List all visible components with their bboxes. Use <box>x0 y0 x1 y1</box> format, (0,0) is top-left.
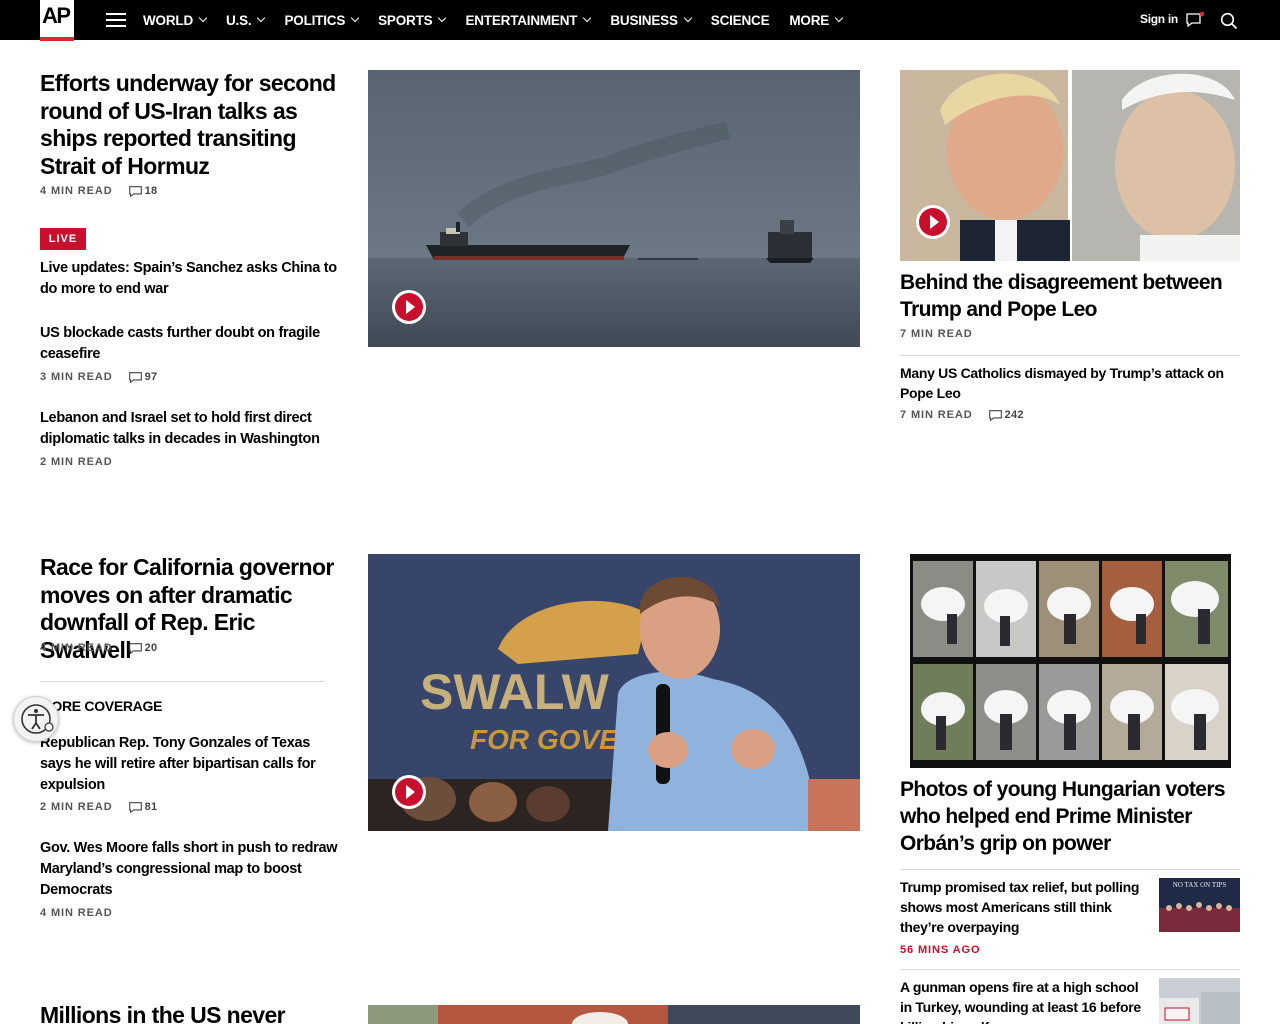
nav-item-entertainment[interactable]: ENTERTAINMENT <box>465 13 592 28</box>
story-lebanon-israel[interactable]: Lebanon and Israel set to hold first dir… <box>40 408 340 450</box>
top-navigation: AP WORLD U.S. POLITICS SPORTS ENTERTAINM… <box>0 0 1280 41</box>
nav-item-world[interactable]: WORLD <box>143 13 208 28</box>
comment-icon <box>988 409 1002 421</box>
comment-count[interactable]: 18 <box>128 185 158 197</box>
section3-image[interactable] <box>368 1005 860 1024</box>
chevron-down-icon <box>198 13 208 23</box>
headline-us-catholics[interactable]: Many US Catholics dismayed by Trump’s at… <box>900 363 1240 403</box>
swalwell-video-thumbnail[interactable]: SWALW FOR GOVE <box>368 554 860 831</box>
chevron-down-icon <box>350 13 360 23</box>
headline-tax-relief[interactable]: Trump promised tax relief, but polling s… <box>900 877 1145 937</box>
ships-video-thumbnail[interactable] <box>368 70 860 347</box>
read-time: 2 MIN READ 81 <box>40 801 158 813</box>
tax-thumbnail[interactable]: NO TAX ON TIPS <box>1159 878 1240 932</box>
divider <box>40 681 325 682</box>
nav-item-politics[interactable]: POLITICS <box>284 13 360 28</box>
timestamp: 56 MINS AGO <box>900 944 981 956</box>
story-tony-gonzales[interactable]: Republican Rep. Tony Gonzales of Texas s… <box>40 733 340 796</box>
read-time: 7 MIN READ <box>900 328 973 340</box>
ships-image <box>368 70 860 347</box>
comment-count[interactable]: 81 <box>128 801 158 813</box>
lead-headline-iran[interactable]: Efforts underway for second round of US-… <box>40 70 350 180</box>
read-time: 4 MIN READ 20 <box>40 642 158 654</box>
chat-icon[interactable] <box>1186 12 1204 28</box>
nav-item-more[interactable]: MORE <box>789 13 844 28</box>
read-time: 3 MIN READ 97 <box>40 371 158 383</box>
search-icon[interactable] <box>1220 12 1238 30</box>
logo-text: AP <box>42 3 71 28</box>
nav-item-business[interactable]: BUSINESS <box>610 13 693 28</box>
story-live-updates[interactable]: Live updates: Spain’s Sanchez asks China… <box>40 258 340 300</box>
swalwell-image: SWALW FOR GOVE <box>368 554 860 831</box>
trump-pope-video-thumbnail[interactable] <box>900 70 1240 261</box>
trump-pope-image <box>900 70 1240 261</box>
divider <box>900 969 1240 970</box>
story-us-blockade[interactable]: US blockade casts further doubt on fragi… <box>40 323 340 365</box>
ap-logo[interactable]: AP <box>40 0 74 41</box>
tax-image: NO TAX ON TIPS <box>1159 878 1240 932</box>
chevron-down-icon <box>257 13 266 23</box>
read-time: 7 MIN READ 242 <box>900 409 1024 421</box>
chevron-down-icon <box>438 13 447 23</box>
voters-grid-image <box>910 554 1231 768</box>
thumb-text: NO TAX ON TIPS <box>1173 881 1227 889</box>
story-wes-moore[interactable]: Gov. Wes Moore falls short in push to re… <box>40 838 340 901</box>
accessibility-button[interactable] <box>13 696 59 742</box>
play-icon[interactable] <box>916 205 950 239</box>
comment-icon <box>128 371 142 383</box>
nav-item-us[interactable]: U.S. <box>226 13 266 28</box>
nav-item-science[interactable]: SCIENCE <box>711 13 770 28</box>
comment-count[interactable]: 20 <box>128 642 158 654</box>
divider <box>900 355 1240 356</box>
divider <box>900 869 1240 870</box>
section3-photo <box>368 1005 860 1024</box>
lead-headline-millions[interactable]: Millions in the US never <box>40 1002 360 1024</box>
read-time: 2 MIN READ <box>40 456 113 468</box>
live-badge: LIVE <box>40 228 86 250</box>
headline-trump-pope[interactable]: Behind the disagreement between Trump an… <box>900 269 1240 323</box>
comment-count[interactable]: 97 <box>128 371 158 383</box>
chevron-down-icon <box>583 13 592 23</box>
comment-icon <box>128 801 142 813</box>
chevron-down-icon <box>834 13 844 23</box>
nav-item-sports[interactable]: SPORTS <box>378 13 447 28</box>
sign-in-link[interactable]: Sign in <box>1140 12 1178 26</box>
play-icon[interactable] <box>392 290 426 324</box>
logo-bar <box>40 37 74 41</box>
turkey-thumbnail[interactable] <box>1159 978 1240 1024</box>
hungarian-voters-photo[interactable] <box>910 554 1231 768</box>
comment-icon <box>128 642 142 654</box>
nav-menu: WORLD U.S. POLITICS SPORTS ENTERTAINMENT… <box>143 0 862 40</box>
read-time: 4 MIN READ <box>40 907 113 919</box>
comment-icon <box>128 185 142 197</box>
sign-text: SWALW <box>420 664 610 720</box>
headline-turkey-shooting[interactable]: A gunman opens fire at a high school in … <box>900 977 1145 1024</box>
read-time: 4 MIN READ 18 <box>40 185 158 197</box>
comment-count[interactable]: 242 <box>988 409 1024 421</box>
menu-icon[interactable] <box>106 13 126 27</box>
headline-hungarian-voters[interactable]: Photos of young Hungarian voters who hel… <box>900 776 1240 857</box>
chevron-down-icon <box>683 13 693 23</box>
play-icon[interactable] <box>392 775 426 809</box>
turkey-image <box>1159 978 1240 1024</box>
sign-text: FOR GOVE <box>470 724 619 755</box>
accessibility-icon <box>21 704 54 734</box>
